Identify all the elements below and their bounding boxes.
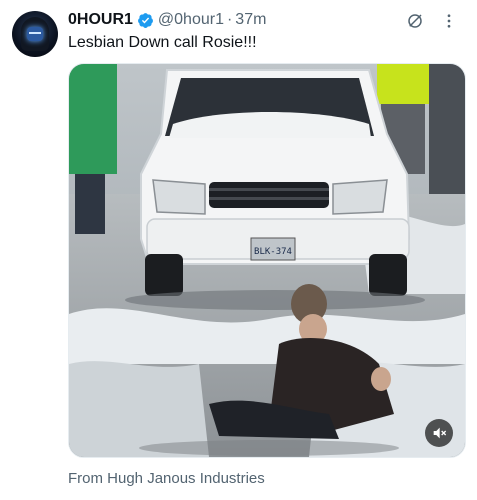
video-frame: BLK-374 [69, 64, 465, 457]
mute-button[interactable] [425, 419, 453, 447]
avatar-face [27, 27, 43, 41]
avatar-eyes [29, 32, 41, 34]
avatar[interactable] [12, 11, 58, 57]
tweet-text: Lesbian Down call Rosie!!! [68, 34, 257, 51]
timestamp[interactable]: 37m [235, 11, 266, 29]
speaker-muted-icon [433, 427, 447, 439]
verified-badge-icon [137, 12, 154, 29]
display-name[interactable]: 0HOUR1 [68, 11, 133, 29]
source-attribution[interactable]: From Hugh Janous Industries [68, 470, 265, 487]
handle[interactable]: @0hour1 [158, 11, 224, 29]
tweet-header: 0HOUR1 @0hour1 · 37m [68, 9, 463, 31]
more-dots-icon[interactable] [439, 11, 459, 31]
grok-icon[interactable] [405, 11, 425, 31]
video-player[interactable]: BLK-374 [68, 63, 466, 458]
separator-dot: · [226, 11, 233, 28]
license-plate: BLK-374 [254, 247, 292, 257]
tweet-card[interactable]: 0HOUR1 @0hour1 · 37m Lesbian Down call R… [0, 0, 477, 500]
